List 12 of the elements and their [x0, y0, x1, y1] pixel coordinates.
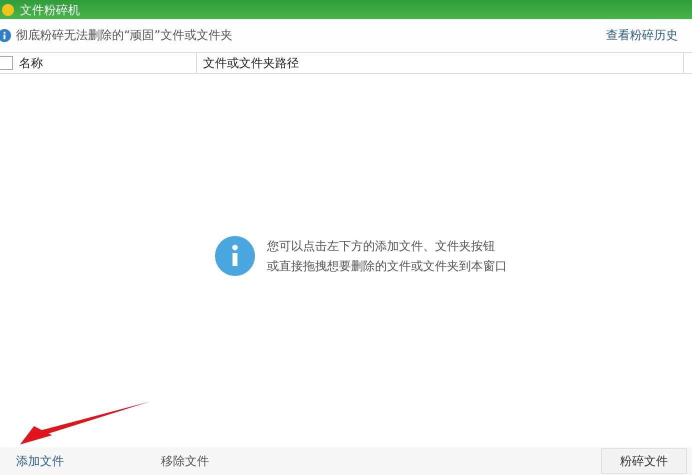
history-link[interactable]: 查看粉碎历史 [606, 27, 678, 44]
select-all-checkbox[interactable] [0, 56, 13, 70]
action-link[interactable]: 添加文件 [16, 452, 64, 470]
info-icon [215, 236, 255, 276]
window-title: 文件粉碎机 [20, 2, 80, 16]
column-header[interactable]: 文件或文件夹路径 [197, 53, 684, 73]
action-link[interactable]: 移除文件 [161, 452, 209, 470]
hint-text: 或直接拖拽想要删除的文件或文件夹到本窗口 [267, 258, 507, 274]
info-text: 彻底粉碎无法删除的“顽固”文件或文件夹 [16, 27, 234, 44]
shred-button[interactable]: 粉碎文件 [601, 448, 687, 474]
column-header[interactable]: 名称 [13, 53, 197, 73]
hint-text: 您可以点击左下方的添加文件、文件夹按钮 [267, 238, 496, 254]
